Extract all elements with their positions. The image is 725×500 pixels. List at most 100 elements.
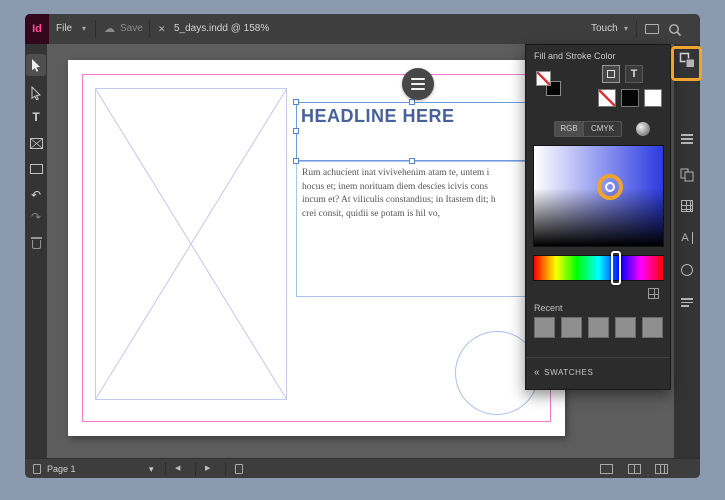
- character-styles-panel-button[interactable]: A: [674, 232, 700, 244]
- swatch-black[interactable]: [621, 89, 639, 107]
- swatch-white[interactable]: [644, 89, 662, 107]
- device-preview-icon[interactable]: [645, 24, 659, 34]
- object-color-toggle[interactable]: [602, 65, 620, 83]
- selection-handle[interactable]: [293, 128, 299, 134]
- character-style-icon: A: [681, 232, 693, 244]
- body-text: Rum achucient inat vivivehenim atam te, …: [302, 167, 526, 221]
- panel-title: Fill and Stroke Color: [534, 51, 616, 61]
- view-mode-icon[interactable]: [600, 464, 613, 474]
- paragraph-lines-icon: [681, 296, 693, 309]
- cursor-arrow-icon: [32, 59, 40, 72]
- delete-button[interactable]: [25, 232, 47, 254]
- circle-icon: [681, 264, 693, 276]
- panel-menu-button[interactable]: [674, 134, 700, 144]
- swatches-label: SWATCHES: [544, 368, 594, 377]
- indesign-logo: Id: [25, 14, 49, 44]
- mode-rgb-button[interactable]: RGB: [554, 121, 584, 137]
- recent-label: Recent: [534, 303, 563, 313]
- headline-text: HEADLINE HERE: [301, 106, 455, 126]
- divider: [95, 20, 96, 38]
- cloud-save-icon: ☁: [104, 23, 115, 35]
- text-color-toggle[interactable]: T: [625, 65, 643, 83]
- double-chevron-left-icon: «: [534, 367, 541, 378]
- divider: [165, 462, 166, 476]
- page-icon: [33, 464, 41, 474]
- recent-swatch[interactable]: [588, 317, 609, 338]
- divider: [636, 20, 637, 38]
- stroke-panel-button[interactable]: [674, 264, 700, 276]
- color-gradient-field[interactable]: [533, 145, 664, 247]
- workspace-switcher[interactable]: Touch: [591, 14, 618, 44]
- divider: [195, 462, 196, 476]
- rectangle-tool[interactable]: [25, 158, 47, 180]
- hue-slider[interactable]: [533, 255, 664, 281]
- recent-swatch[interactable]: [561, 317, 582, 338]
- values-grid-icon[interactable]: [648, 288, 659, 299]
- desktop-background: HEADLINE HERE Rum achucient inat viviveh…: [0, 0, 725, 500]
- page-indicator[interactable]: Page 1: [47, 459, 76, 479]
- selection-handle[interactable]: [293, 99, 299, 105]
- hamburger-icon: [411, 78, 425, 80]
- paragraph-panel-button[interactable]: [674, 296, 700, 309]
- recent-swatch[interactable]: [615, 317, 636, 338]
- color-wheel-icon[interactable]: [636, 122, 650, 136]
- top-menu-bar: Id File ▾ ☁ Save ✕ 5_days.indd @ 158% To…: [25, 14, 700, 44]
- fit-page-icon[interactable]: [628, 464, 641, 474]
- hollow-arrow-icon: [31, 86, 42, 100]
- redo-button[interactable]: ↷: [25, 206, 47, 228]
- direct-selection-tool[interactable]: [25, 82, 47, 104]
- swatches-panel-button[interactable]: [674, 200, 700, 212]
- rectangle-frame-tool[interactable]: [25, 132, 47, 154]
- tools-panel: T ↶ ↷: [25, 44, 47, 458]
- selection-tool[interactable]: [26, 54, 46, 76]
- save-button[interactable]: Save: [120, 14, 143, 44]
- fill-proxy-swatch[interactable]: [536, 71, 551, 86]
- selection-handle[interactable]: [409, 99, 415, 105]
- body-line: hocus et; inem norituam diem descies ici…: [302, 181, 489, 192]
- pages-icon: [680, 168, 694, 182]
- menu-file[interactable]: File: [56, 14, 72, 44]
- recent-swatch[interactable]: [642, 317, 663, 338]
- pages-panel-button[interactable]: [674, 168, 700, 182]
- annotation-highlight-box: [671, 46, 702, 81]
- fill-stroke-color-panel: Fill and Stroke Color T RGB CMYK Recent …: [525, 44, 671, 390]
- panel-dock: A: [674, 44, 700, 458]
- undo-icon: ↶: [30, 188, 42, 202]
- hue-slider-handle[interactable]: [611, 251, 621, 285]
- square-icon: [607, 70, 615, 78]
- previous-page-button[interactable]: ◀: [175, 459, 180, 479]
- recent-swatch[interactable]: [534, 317, 555, 338]
- selection-handle[interactable]: [409, 158, 415, 164]
- divider: [526, 357, 670, 358]
- document-tab[interactable]: 5_days.indd @ 158%: [174, 14, 269, 44]
- rectangle-icon: [29, 164, 43, 174]
- grid-icon: [681, 200, 693, 212]
- frame-x-icon: [29, 137, 43, 149]
- spread-icon[interactable]: [235, 464, 243, 474]
- type-tool[interactable]: T: [25, 106, 47, 128]
- divider: [149, 20, 150, 38]
- undo-button[interactable]: ↶: [25, 184, 47, 206]
- text-icon: T: [630, 68, 638, 80]
- mode-cmyk-button[interactable]: CMYK: [584, 121, 622, 137]
- body-line: incum et? At viliculis constandius; in I…: [302, 195, 496, 205]
- chevron-down-icon[interactable]: ▾: [149, 459, 154, 479]
- status-bar: Page 1 ▾ ◀ ▶: [25, 458, 700, 478]
- type-tool-icon: T: [32, 110, 40, 124]
- placeholder-frame[interactable]: [95, 88, 287, 400]
- next-page-button[interactable]: ▶: [205, 459, 210, 479]
- search-icon[interactable]: [668, 23, 682, 37]
- swatch-none[interactable]: [598, 89, 616, 107]
- context-menu-button[interactable]: [402, 68, 434, 100]
- swatches-expand-button[interactable]: «SWATCHES: [534, 367, 593, 378]
- fit-spread-icon[interactable]: [655, 464, 668, 474]
- close-tab-icon[interactable]: ✕: [158, 14, 166, 44]
- body-line: crei consit, quidii se potam is hil vo,: [302, 208, 440, 219]
- color-picker-cursor[interactable]: [605, 182, 615, 192]
- chevron-down-icon: ▾: [624, 24, 629, 33]
- selection-handle[interactable]: [293, 158, 299, 164]
- redo-icon: ↷: [30, 210, 42, 224]
- chevron-down-icon: ▾: [82, 24, 87, 33]
- hamburger-icon: [681, 134, 693, 144]
- body-line: Rum achucient inat vivivehenim atam te, …: [302, 168, 490, 178]
